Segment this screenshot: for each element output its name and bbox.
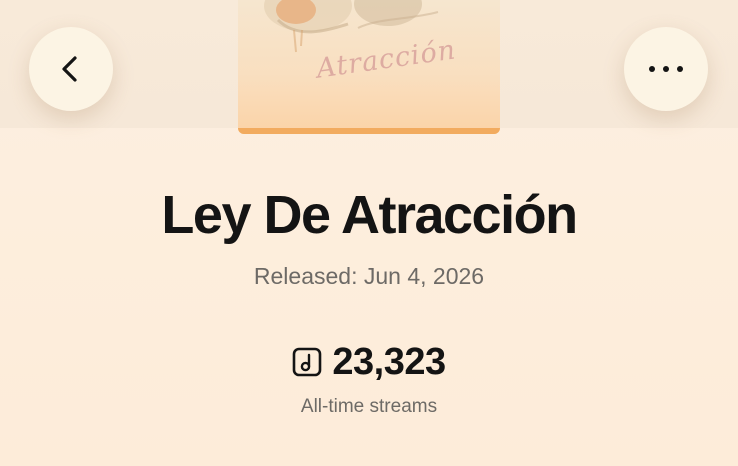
- streams-count: 23,323: [332, 341, 446, 383]
- cover-progress-bar: [238, 128, 500, 134]
- more-options-button[interactable]: [624, 27, 708, 111]
- music-note-square-icon: [292, 347, 322, 377]
- streams-label: All-time streams: [300, 396, 438, 417]
- track-title: Ley De Atracción: [161, 185, 578, 245]
- more-horizontal-icon: [649, 66, 683, 72]
- release-date: Released: Jun 4, 2026: [253, 263, 485, 289]
- album-cover: Atracción: [238, 0, 500, 134]
- streams-stat: 23,323: [0, 342, 738, 382]
- back-button[interactable]: [29, 27, 113, 111]
- chevron-left-icon: [62, 56, 77, 82]
